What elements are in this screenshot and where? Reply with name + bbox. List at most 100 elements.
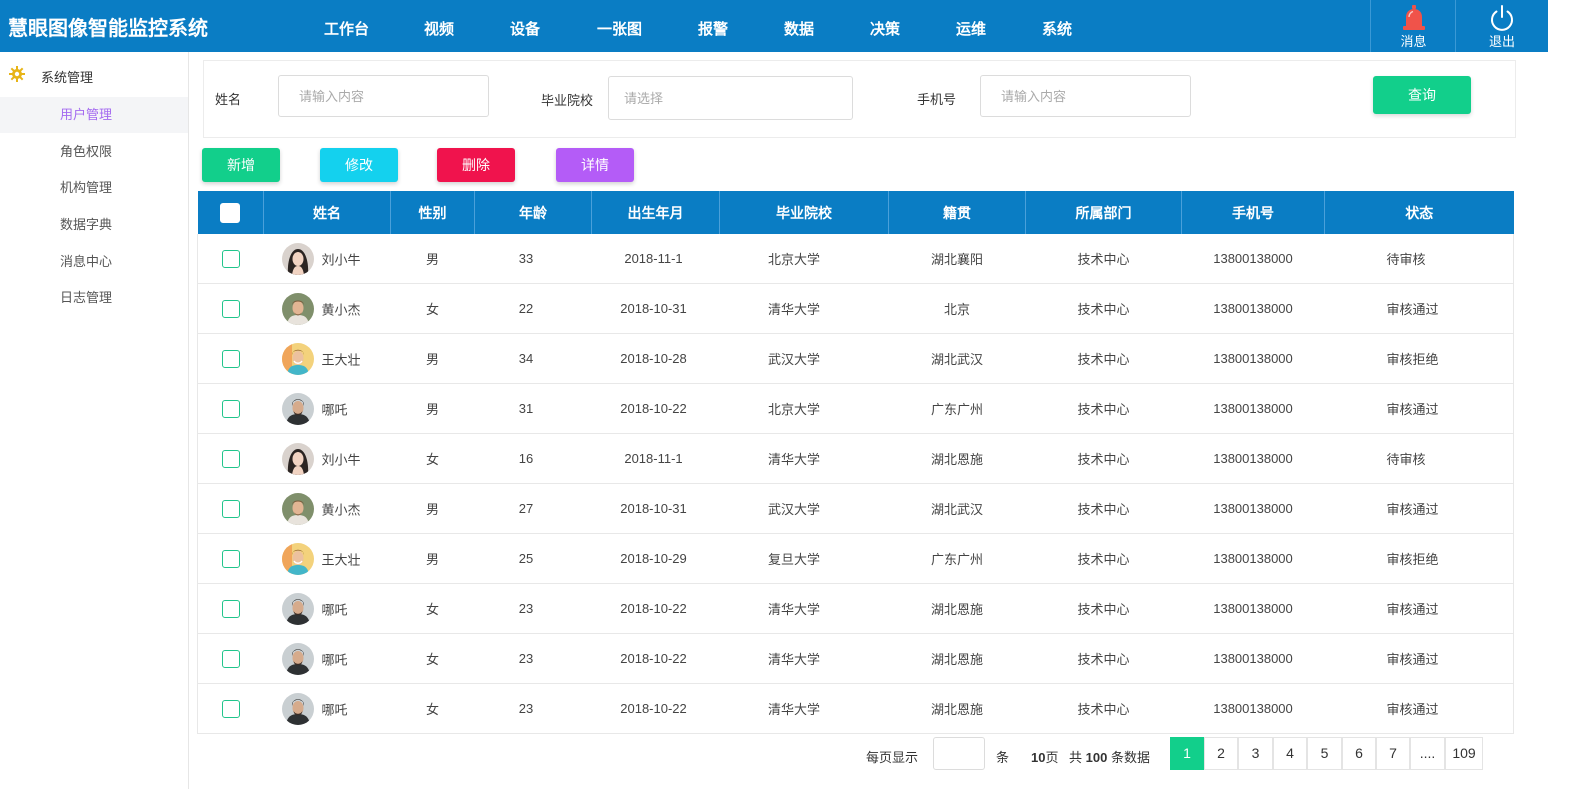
nav-data[interactable]: 数据 (784, 18, 814, 39)
nav-alarm[interactable]: 报警 (698, 18, 728, 39)
table-row[interactable]: 哪吒 女 23 2018-10-22 清华大学 湖北恩施 技术中心 13800138000 审核… (197, 633, 1514, 684)
sidebar-item-log-management[interactable]: 日志管理 (0, 280, 188, 316)
table-row[interactable]: 哪吒 女 23 2018-10-22 清华大学 湖北恩施 技术中心 13800138000 审核… (197, 583, 1514, 634)
age-cell: 33 (474, 234, 592, 284)
page-button[interactable]: 2 (1204, 737, 1238, 770)
sidebar-item-org-management[interactable]: 机构管理 (0, 170, 188, 206)
table-row[interactable]: 刘小牛 男 33 2018-11-1 北京大学 湖北襄阳 技术中心 13800138000 待审… (197, 234, 1514, 284)
gender-cell: 女 (390, 283, 475, 334)
man-smile-avatar (281, 542, 314, 575)
nav-workbench[interactable]: 工作台 (324, 18, 369, 39)
dept-cell: 技术中心 (1025, 683, 1182, 734)
phone-input[interactable] (980, 75, 1191, 117)
sidebar-group-system[interactable]: 系统管理 (0, 64, 188, 86)
name-input[interactable] (278, 75, 489, 117)
name-cell: 刘小牛 (263, 433, 391, 484)
table-header-row: 姓名 性别 年龄 出生年月 毕业院校 籍贯 所属部门 手机号 状态 (197, 191, 1514, 234)
nav-device[interactable]: 设备 (510, 18, 540, 39)
page-button[interactable]: 109 (1445, 737, 1483, 770)
row-checkbox[interactable] (221, 499, 240, 518)
row-checkbox[interactable] (221, 449, 240, 468)
row-checkbox[interactable] (221, 299, 240, 318)
name-cell: 黄小杰 (263, 483, 391, 534)
birth-cell: 2018-11-1 (591, 433, 720, 484)
gender-cell: 男 (390, 333, 475, 384)
page-button[interactable]: 5 (1307, 737, 1342, 770)
delete-button[interactable]: 删除 (437, 148, 515, 182)
row-checkbox[interactable] (221, 249, 240, 268)
user-table: 姓名 性别 年龄 出生年月 毕业院校 籍贯 所属部门 手机号 状态 刘小牛男 33… (197, 191, 1514, 734)
sidebar-item-user-management[interactable]: 用户管理 (0, 97, 188, 133)
nav-video[interactable]: 视频 (424, 18, 454, 39)
name-text: 王大壮 (321, 552, 361, 567)
page-button[interactable]: 4 (1273, 737, 1307, 770)
row-checkbox[interactable] (221, 549, 240, 568)
gear-icon (9, 66, 25, 85)
row-checkbox[interactable] (221, 599, 240, 618)
row-checkbox[interactable] (221, 349, 240, 368)
nav-one-map[interactable]: 一张图 (597, 18, 642, 39)
man-dark-avatar (281, 392, 314, 425)
nav-ops[interactable]: 运维 (956, 18, 986, 39)
age-cell: 31 (474, 383, 592, 434)
col-header-dept: 所属部门 (1025, 191, 1182, 234)
table-row[interactable]: 黄小杰 女 22 2018-10-31 清华大学 北京 技术中心 13800138000 审核通… (197, 283, 1514, 334)
sidebar-item-data-dictionary[interactable]: 数据字典 (0, 207, 188, 243)
message-button[interactable]: 消息 (1370, 0, 1456, 52)
table-row[interactable]: 王大壮 男 34 2018-10-28 武汉大学 湖北武汉 技术中心 13800138000 审… (197, 333, 1514, 384)
gender-cell: 女 (390, 683, 475, 734)
select-all-checkbox[interactable] (220, 202, 241, 223)
table-row[interactable]: 黄小杰 男 27 2018-10-31 武汉大学 湖北武汉 技术中心 13800138000 审… (197, 483, 1514, 534)
man-dark-avatar (281, 692, 314, 725)
sidebar-item-message-center[interactable]: 消息中心 (0, 244, 188, 280)
row-checkbox[interactable] (221, 399, 240, 418)
school-cell: 清华大学 (719, 683, 889, 734)
birth-cell: 2018-10-29 (591, 533, 720, 584)
status-cell: 审核拒绝 (1324, 533, 1514, 584)
name-cell: 哪吒 (263, 633, 391, 684)
row-select-cell (197, 483, 264, 534)
total-suffix: 条数据 (1110, 750, 1150, 765)
detail-button[interactable]: 详情 (556, 148, 634, 182)
sidebar-item-role-permission[interactable]: 角色权限 (0, 134, 188, 170)
school-cell: 复旦大学 (719, 533, 889, 584)
nav-system[interactable]: 系统 (1042, 18, 1072, 39)
nav-decision[interactable]: 决策 (870, 18, 900, 39)
age-cell: 16 (474, 433, 592, 484)
school-cell: 清华大学 (719, 433, 889, 484)
page-button[interactable]: 7 (1376, 737, 1410, 770)
name-text: 黄小杰 (321, 502, 361, 517)
school-cell: 武汉大学 (719, 333, 889, 384)
table-row[interactable]: 王大壮 男 25 2018-10-29 复旦大学 广东广州 技术中心 13800138000 审… (197, 533, 1514, 584)
row-checkbox[interactable] (221, 699, 240, 718)
birth-cell: 2018-10-31 (591, 483, 720, 534)
name-cell: 黄小杰 (263, 283, 391, 334)
sidebar: 系统管理 用户管理 角色权限 机构管理 数据字典 消息中心 日志管理 (0, 52, 189, 789)
sidebar-item-label: 日志管理 (60, 290, 113, 305)
col-header-origin: 籍贯 (888, 191, 1026, 234)
row-checkbox[interactable] (221, 649, 240, 668)
search-filter-panel: 姓名 毕业院校 手机号 查询 (203, 60, 1516, 138)
origin-cell: 湖北武汉 (888, 333, 1026, 384)
dept-cell: 技术中心 (1025, 583, 1182, 634)
status-cell: 待审核 (1324, 234, 1514, 284)
status-cell: 审核通过 (1324, 583, 1514, 634)
logout-button[interactable]: 退出 (1455, 0, 1548, 52)
table-row[interactable]: 哪吒 男 31 2018-10-22 北京大学 广东广州 技术中心 13800138000 审核… (197, 383, 1514, 434)
edit-button[interactable]: 修改 (320, 148, 398, 182)
school-select[interactable] (608, 76, 853, 120)
table-row[interactable]: 哪吒 女 23 2018-10-22 清华大学 湖北恩施 技术中心 13800138000 审核… (197, 683, 1514, 734)
add-button[interactable]: 新增 (202, 148, 280, 182)
dept-cell: 技术中心 (1025, 383, 1182, 434)
name-cell: 哪吒 (263, 683, 391, 734)
name-text: 王大壮 (321, 352, 361, 367)
birth-cell: 2018-10-22 (591, 583, 720, 634)
page-button[interactable]: 3 (1238, 737, 1273, 770)
page-button[interactable]: 6 (1342, 737, 1376, 770)
table-row[interactable]: 刘小牛 女 16 2018-11-1 清华大学 湖北恩施 技术中心 13800138000 待审… (197, 433, 1514, 484)
page-button[interactable]: 1 (1170, 737, 1204, 770)
gender-cell: 男 (390, 383, 475, 434)
per-page-input[interactable] (933, 737, 985, 770)
query-button[interactable]: 查询 (1373, 76, 1471, 114)
status-cell: 待审核 (1324, 433, 1514, 484)
